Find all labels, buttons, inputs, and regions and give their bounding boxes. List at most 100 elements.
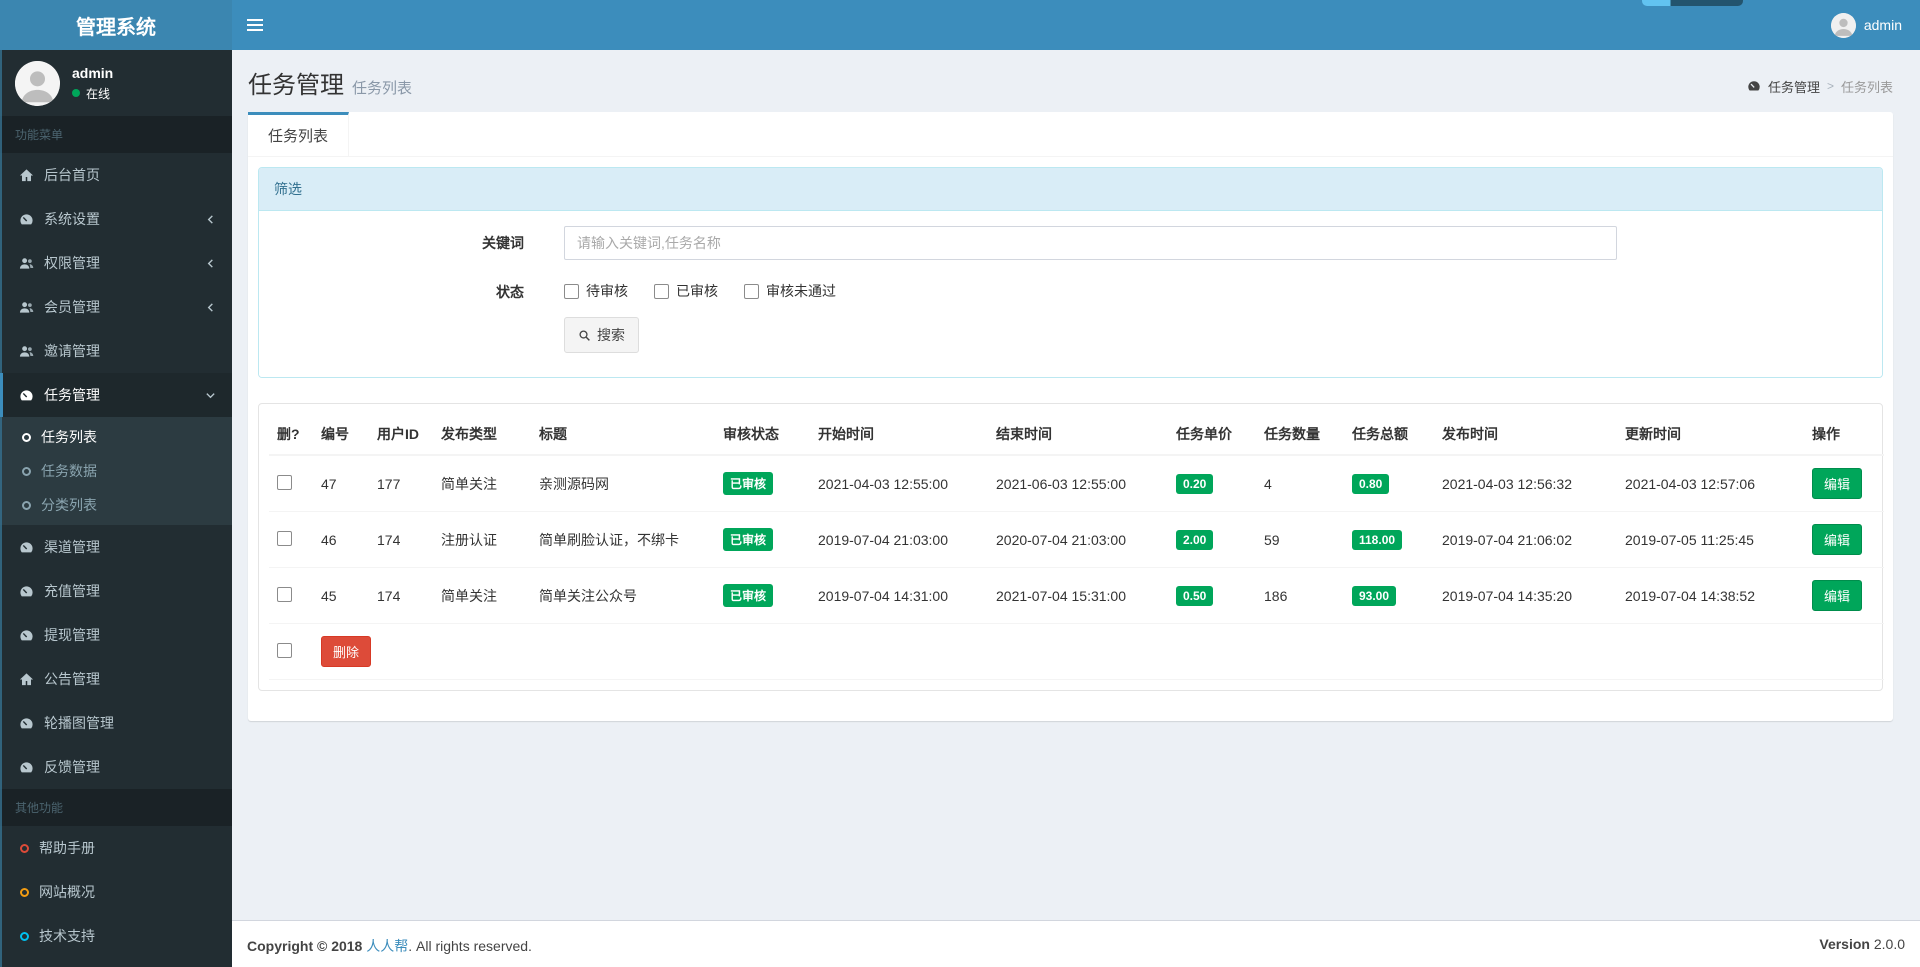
top-edge-artifact	[1642, 0, 1743, 6]
tachometer-icon	[1747, 79, 1761, 93]
sidebar-item-system-settings[interactable]: 系统设置	[0, 197, 232, 241]
row-checkbox[interactable]	[277, 474, 292, 490]
menu-section-label: 其他功能	[0, 789, 232, 826]
tachometer-icon	[18, 583, 34, 599]
cell-title: 亲测源码网	[531, 455, 715, 512]
edit-button[interactable]: 编辑	[1812, 580, 1863, 611]
sidebar-item-channels[interactable]: 渠道管理	[0, 525, 232, 569]
checkbox-pending[interactable]	[564, 283, 579, 299]
breadcrumb-task-management[interactable]: 任务管理	[1768, 77, 1820, 96]
cell-user-id: 174	[369, 511, 433, 568]
cell-id: 45	[313, 567, 369, 624]
cell-count: 186	[1256, 567, 1344, 624]
home-icon	[18, 671, 34, 687]
page-title: 任务管理 任务列表	[248, 72, 413, 99]
sidebar-item-feedback[interactable]: 反馈管理	[0, 745, 232, 789]
row-checkbox[interactable]	[277, 586, 292, 602]
sidebar-subitem-task-data[interactable]: 任务数据	[0, 454, 232, 488]
col-delete: 删?	[269, 414, 313, 456]
circle-o-icon	[22, 432, 31, 442]
col-price: 任务单价	[1168, 414, 1256, 456]
tasks-submenu: 任务列表 任务数据 分类列表	[0, 417, 232, 525]
cell-count: 59	[1256, 511, 1344, 568]
sidebar-item-recharge[interactable]: 充值管理	[0, 569, 232, 613]
sidebar-item-dashboard[interactable]: 后台首页	[0, 153, 232, 197]
cell-end: 2020-07-04 21:03:00	[988, 511, 1168, 568]
delete-button[interactable]: 删除	[321, 636, 372, 667]
status-option-pending[interactable]: 待审核	[564, 281, 628, 301]
select-all-checkbox[interactable]	[277, 642, 292, 658]
sidebar-item-permissions[interactable]: 权限管理	[0, 241, 232, 285]
sidebar-item-members[interactable]: 会员管理	[0, 285, 232, 329]
keyword-row: 关键词	[274, 226, 1867, 260]
cell-publish: 2021-04-03 12:56:32	[1434, 455, 1617, 512]
app-logo[interactable]: 管理系统	[0, 0, 232, 50]
sidebar-user-status[interactable]: 在线	[72, 85, 113, 102]
hamburger-icon[interactable]	[232, 0, 278, 50]
col-start: 开始时间	[810, 414, 988, 456]
status-badge: 已审核	[723, 528, 774, 551]
status-option-rejected[interactable]: 审核未通过	[744, 281, 836, 301]
breadcrumb-separator: >	[1826, 79, 1834, 93]
sidebar-item-tech-support[interactable]: 技术支持	[0, 914, 232, 958]
user-menu[interactable]: admin	[1813, 0, 1920, 50]
col-type: 发布类型	[433, 414, 531, 456]
chevron-left-icon	[205, 214, 216, 225]
cell-end: 2021-07-04 15:31:00	[988, 567, 1168, 624]
cell-title: 简单关注公众号	[531, 567, 715, 624]
sidebar-subitem-category-list[interactable]: 分类列表	[0, 488, 232, 522]
sidebar-item-tasks[interactable]: 任务管理	[0, 373, 232, 417]
sidebar-item-site-overview[interactable]: 网站概况	[0, 870, 232, 914]
tachometer-icon	[18, 539, 34, 555]
tab-content: 筛选 关键词 状态	[248, 157, 1893, 721]
total-badge: 93.00	[1352, 585, 1397, 606]
filter-panel-title: 筛选	[259, 168, 1882, 211]
total-badge: 0.80	[1352, 473, 1390, 494]
chevron-left-icon	[205, 258, 216, 269]
cell-publish: 2019-07-04 14:35:20	[1434, 567, 1617, 624]
search-button[interactable]: 搜索	[564, 317, 639, 353]
filter-panel: 筛选 关键词 状态	[258, 167, 1883, 378]
sidebar-item-invitations[interactable]: 邀请管理	[0, 329, 232, 373]
total-badge: 118.00	[1352, 529, 1403, 550]
status-badge: 已审核	[723, 472, 774, 495]
edit-button[interactable]: 编辑	[1812, 468, 1863, 499]
status-option-approved[interactable]: 已审核	[654, 281, 718, 301]
filter-panel-body: 关键词 状态 待审核	[259, 211, 1882, 377]
search-row: 搜索	[274, 317, 1867, 353]
table-row: 46 174 注册认证 简单刷脸认证，不绑卡 已审核 2019-07-04 21…	[269, 511, 1884, 568]
tachometer-icon	[18, 627, 34, 643]
top-navbar: admin	[232, 0, 1920, 50]
status-badge: 已审核	[723, 584, 774, 607]
col-update: 更新时间	[1617, 414, 1804, 456]
bulk-delete-row: 删除	[269, 623, 1884, 680]
sidebar-item-withdrawals[interactable]: 提现管理	[0, 613, 232, 657]
checkbox-approved[interactable]	[654, 283, 669, 299]
cell-start: 2021-04-03 12:55:00	[810, 455, 988, 512]
online-dot-icon	[72, 89, 80, 97]
sidebar-item-help-manual[interactable]: 帮助手册	[0, 826, 232, 870]
cell-start: 2019-07-04 21:03:00	[810, 511, 988, 568]
sidebar-item-announcements[interactable]: 公告管理	[0, 657, 232, 701]
home-icon	[18, 167, 34, 183]
circle-o-icon	[22, 500, 31, 510]
edit-button[interactable]: 编辑	[1812, 524, 1863, 555]
circle-o-icon-yellow	[20, 887, 29, 897]
sidebar-subitem-task-list[interactable]: 任务列表	[0, 420, 232, 454]
table-header-row: 删? 编号 用户ID 发布类型 标题 审核状态 开始时间 结束时间 任务单价 任…	[269, 414, 1884, 456]
row-checkbox[interactable]	[277, 530, 292, 546]
checkbox-rejected[interactable]	[744, 283, 759, 299]
cell-update: 2019-07-05 11:25:45	[1617, 511, 1804, 568]
cell-count: 4	[1256, 455, 1344, 512]
keyword-input[interactable]	[564, 226, 1617, 260]
col-user-id: 用户ID	[369, 414, 433, 456]
brand-link[interactable]: 人人帮	[366, 938, 408, 954]
sidebar-item-carousel[interactable]: 轮播图管理	[0, 701, 232, 745]
col-total: 任务总额	[1344, 414, 1434, 456]
cell-type: 注册认证	[433, 511, 531, 568]
main-footer: Copyright © 2018 人人帮. All rights reserve…	[232, 920, 1920, 967]
tab-task-list[interactable]: 任务列表	[248, 112, 350, 156]
table-row: 47 177 简单关注 亲测源码网 已审核 2021-04-03 12:55:0…	[269, 455, 1884, 512]
tachometer-icon	[18, 387, 34, 403]
col-title: 标题	[531, 414, 715, 456]
